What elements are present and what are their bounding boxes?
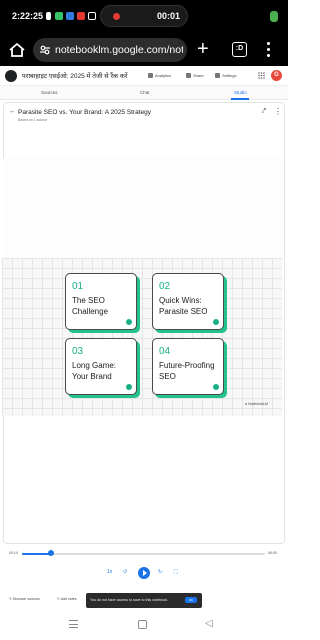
play-button[interactable] xyxy=(138,567,150,579)
card-number: 01 xyxy=(72,281,84,292)
youtube-icon xyxy=(77,12,85,20)
record-icon xyxy=(113,13,120,20)
slide-card-3: 03 Long Game: Your Brand xyxy=(65,338,137,395)
analytics-icon xyxy=(148,73,153,78)
battery-icon xyxy=(270,11,278,22)
card-title: Quick Wins: Parasite SEO xyxy=(159,296,208,316)
avatar[interactable]: G xyxy=(271,70,282,81)
share-icon[interactable]: ⤤ xyxy=(262,108,266,116)
card-title: Long Game: Your Brand xyxy=(72,361,117,381)
browser-toolbar: notebooklm.google.com/note + :D xyxy=(0,34,288,66)
total-time: 06:00 xyxy=(268,551,277,555)
notebook-title[interactable]: पराबाहाइट एसईओ: 2025 में तेजी से रैंक कर… xyxy=(22,71,128,80)
snackbar: You do not have access to save to this n… xyxy=(86,593,202,608)
notebook-header: पराबाहाइट एसईओ: 2025 में तेजी से रैंक कर… xyxy=(0,66,288,86)
app-green-icon xyxy=(55,12,63,20)
more-options-icon[interactable]: ⋮ xyxy=(274,107,282,116)
slide-card-1: 01 The SEO Challenge xyxy=(65,273,137,330)
gear-icon xyxy=(215,73,220,78)
discover-sources-button[interactable]: ✎ Discover sources xyxy=(9,597,40,601)
home-nav-icon[interactable] xyxy=(138,620,147,629)
add-notes-button[interactable]: ✎ Add notes xyxy=(57,597,76,601)
back-nav-icon[interactable]: ◁ xyxy=(205,618,213,629)
seek-handle[interactable] xyxy=(48,550,55,556)
notebooklm-watermark: ● NotebookLM xyxy=(245,402,268,406)
video-slide xyxy=(2,258,282,416)
video-timeline: 00:14 06:00 xyxy=(0,548,288,560)
back-arrow-icon[interactable]: ← xyxy=(9,108,16,115)
panel-tabs: Sources Chat Studio xyxy=(0,86,288,100)
recording-timer: 00:01 xyxy=(157,11,181,21)
player-controls: 1x ↺ ↻ ⛶ xyxy=(0,565,288,581)
app-blue-icon xyxy=(66,12,74,20)
status-bar: 2:22:25 00:01 xyxy=(0,0,288,34)
screen-recording-pill[interactable]: 00:01 xyxy=(100,5,188,27)
url-text: notebooklm.google.com/note xyxy=(55,44,183,56)
forward-icon[interactable]: ↻ xyxy=(158,569,162,575)
share-icon xyxy=(186,73,191,78)
muted-icon xyxy=(88,12,96,20)
tab-studio[interactable]: Studio xyxy=(234,90,247,95)
card-dot xyxy=(126,319,132,325)
playback-speed-button[interactable]: 1x xyxy=(107,569,112,575)
snackbar-text: You do not have access to save to this n… xyxy=(90,598,168,602)
slide-card-2: 02 Quick Wins: Parasite SEO xyxy=(152,273,224,330)
seek-progress xyxy=(22,552,52,555)
card-dot xyxy=(213,384,219,390)
notebooklm-logo[interactable] xyxy=(5,70,17,82)
slide-card-4: 04 Future-Proofing SEO xyxy=(152,338,224,395)
tab-sources[interactable]: Sources xyxy=(41,90,58,95)
active-tab-indicator xyxy=(231,98,249,100)
card-dot xyxy=(126,384,132,390)
rewind-icon[interactable]: ↺ xyxy=(123,569,127,575)
card-number: 04 xyxy=(159,346,171,357)
tab-chat[interactable]: Chat xyxy=(140,90,150,95)
address-bar[interactable]: notebooklm.google.com/note xyxy=(33,38,187,62)
snackbar-action[interactable]: OK xyxy=(185,597,197,603)
vpn-icon xyxy=(46,12,51,20)
fullscreen-icon[interactable]: ⛶ xyxy=(174,569,178,575)
seek-track[interactable] xyxy=(22,552,265,555)
share-button[interactable]: Share xyxy=(186,73,204,78)
browser-menu-icon[interactable] xyxy=(266,42,272,58)
card-dot xyxy=(213,319,219,325)
card-title: Future-Proofing SEO xyxy=(159,361,215,381)
new-tab-button[interactable]: + xyxy=(197,38,209,60)
site-settings-icon[interactable] xyxy=(39,44,51,56)
recents-icon[interactable] xyxy=(69,620,78,628)
analytics-button[interactable]: Analytics xyxy=(148,73,171,78)
settings-button[interactable]: Settings xyxy=(215,73,236,78)
overview-title: Parasite SEO vs. Your Brand: A 2025 Stra… xyxy=(18,109,151,116)
apps-grid-icon[interactable] xyxy=(258,72,265,79)
card-number: 03 xyxy=(72,346,84,357)
card-number: 02 xyxy=(159,281,171,292)
card-title: The SEO Challenge xyxy=(72,296,109,316)
tab-switcher-button[interactable]: :D xyxy=(232,42,247,57)
clock: 2:22:25 xyxy=(12,11,44,21)
system-navbar: ◁ xyxy=(0,610,288,640)
video-frame[interactable]: 01 The SEO Challenge 02 Quick Wins: Para… xyxy=(2,158,282,416)
current-time: 00:14 xyxy=(9,551,18,555)
overview-subtitle: Based on 1 source xyxy=(18,118,48,122)
home-icon[interactable] xyxy=(8,41,26,59)
